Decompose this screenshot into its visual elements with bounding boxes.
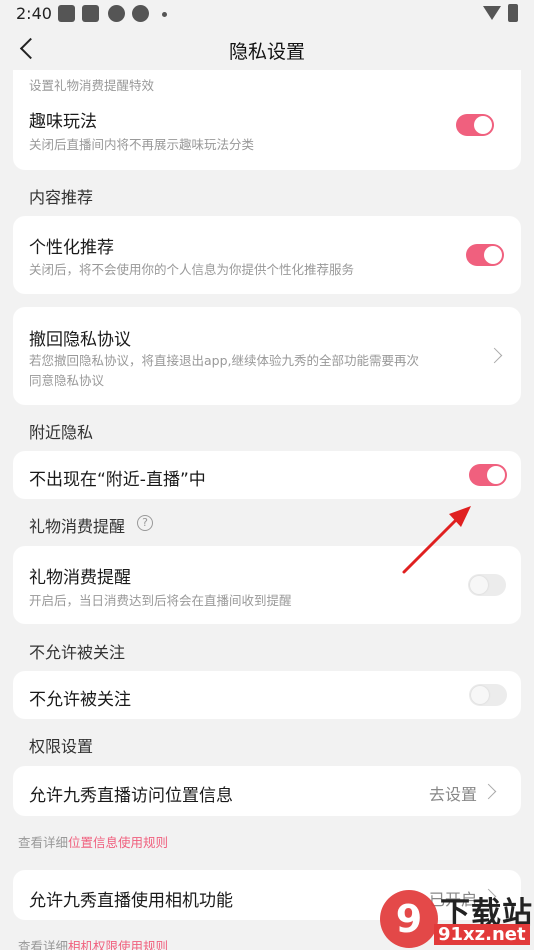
gift-reminder-toggle[interactable] bbox=[468, 574, 506, 596]
nearby-hide-title: 不出现在“附近-直播”中 bbox=[29, 470, 206, 490]
app-notification-icon bbox=[108, 5, 125, 22]
notification-icon bbox=[58, 5, 75, 22]
settings-scroll-area[interactable]: 设置礼物消费提醒特效 趣味玩法 关闭后直播间内将不再展示趣味玩法分类 内容推荐 … bbox=[0, 70, 534, 950]
section-content-recommend: 内容推荐 bbox=[29, 188, 94, 207]
chevron-right-icon bbox=[480, 783, 497, 800]
watermark: 9 下载站 91xz.net bbox=[380, 888, 534, 950]
help-icon[interactable]: ? bbox=[137, 515, 153, 531]
gift-reminder-subtitle: 开启后，当日消费达到后将会在直播间收到提醒 bbox=[29, 593, 292, 608]
no-follow-title: 不允许被关注 bbox=[29, 690, 131, 710]
section-permissions: 权限设置 bbox=[29, 737, 94, 756]
status-bar: 2:40 bbox=[0, 0, 534, 28]
nearby-hide-card: 不出现在“附近-直播”中 bbox=[13, 451, 521, 499]
revoke-privacy-title: 撤回隐私协议 bbox=[29, 330, 131, 350]
wifi-icon bbox=[483, 6, 501, 20]
navigation-bar: 隐私设置 bbox=[0, 28, 534, 70]
personalized-recommend-card: 个性化推荐 关闭后，将不会使用你的个人信息为你提供个性化推荐服务 bbox=[13, 216, 521, 294]
gift-effect-subtitle: 设置礼物消费提醒特效 bbox=[29, 78, 155, 93]
section-gift-reminder: 礼物消费提醒 bbox=[29, 517, 126, 536]
camera-rule-link[interactable]: 相机权限使用规则 bbox=[68, 939, 168, 950]
revoke-privacy-subtitle-line2: 同意隐私协议 bbox=[29, 373, 105, 388]
fun-play-subtitle: 关闭后直播间内将不再展示趣味玩法分类 bbox=[29, 137, 255, 152]
personalized-recommend-title: 个性化推荐 bbox=[29, 238, 114, 258]
location-rule-link[interactable]: 位置信息使用规则 bbox=[68, 835, 168, 850]
camera-rule-note: 查看详细相机权限使用规则 bbox=[18, 936, 168, 950]
page-title: 隐私设置 bbox=[228, 41, 305, 63]
no-follow-toggle[interactable] bbox=[469, 684, 507, 706]
no-follow-card: 不允许被关注 bbox=[13, 671, 521, 719]
fun-play-toggle[interactable] bbox=[456, 114, 494, 136]
location-permission-card[interactable]: 允许九秀直播访问位置信息 去设置 bbox=[13, 766, 521, 816]
nearby-hide-toggle[interactable] bbox=[469, 464, 507, 486]
section-no-follow: 不允许被关注 bbox=[29, 643, 126, 662]
gift-reminder-card: 礼物消费提醒 开启后，当日消费达到后将会在直播间收到提醒 bbox=[13, 546, 521, 624]
chevron-right-icon bbox=[486, 347, 503, 364]
revoke-privacy-subtitle-line1: 若您撤回隐私协议，将直接退出app,继续体验九秀的全部功能需要再次 bbox=[29, 353, 420, 368]
notification-icon bbox=[82, 5, 99, 22]
location-rule-note: 查看详细位置信息使用规则 bbox=[18, 832, 168, 851]
personalized-recommend-subtitle: 关闭后，将不会使用你的个人信息为你提供个性化推荐服务 bbox=[29, 262, 355, 277]
gift-reminder-title: 礼物消费提醒 bbox=[29, 568, 131, 588]
app-notification-icon bbox=[132, 5, 149, 22]
status-time: 2:40 bbox=[16, 4, 52, 23]
camera-permission-title: 允许九秀直播使用相机功能 bbox=[29, 891, 233, 911]
watermark-logo: 9 bbox=[380, 890, 438, 948]
personalized-recommend-toggle[interactable] bbox=[466, 244, 504, 266]
gift-effect-card: 设置礼物消费提醒特效 趣味玩法 关闭后直播间内将不再展示趣味玩法分类 bbox=[13, 70, 521, 170]
location-permission-action: 去设置 bbox=[429, 785, 478, 804]
revoke-privacy-card[interactable]: 撤回隐私协议 若您撤回隐私协议，将直接退出app,继续体验九秀的全部功能需要再次… bbox=[13, 307, 521, 405]
fun-play-title: 趣味玩法 bbox=[29, 112, 97, 132]
section-nearby-privacy: 附近隐私 bbox=[29, 423, 94, 442]
more-notifications-icon bbox=[162, 12, 167, 17]
location-rule-prefix: 查看详细 bbox=[18, 835, 69, 850]
battery-icon bbox=[508, 4, 518, 22]
watermark-url: 91xz.net bbox=[434, 924, 530, 945]
camera-rule-prefix: 查看详细 bbox=[18, 939, 69, 950]
location-permission-title: 允许九秀直播访问位置信息 bbox=[29, 786, 233, 806]
